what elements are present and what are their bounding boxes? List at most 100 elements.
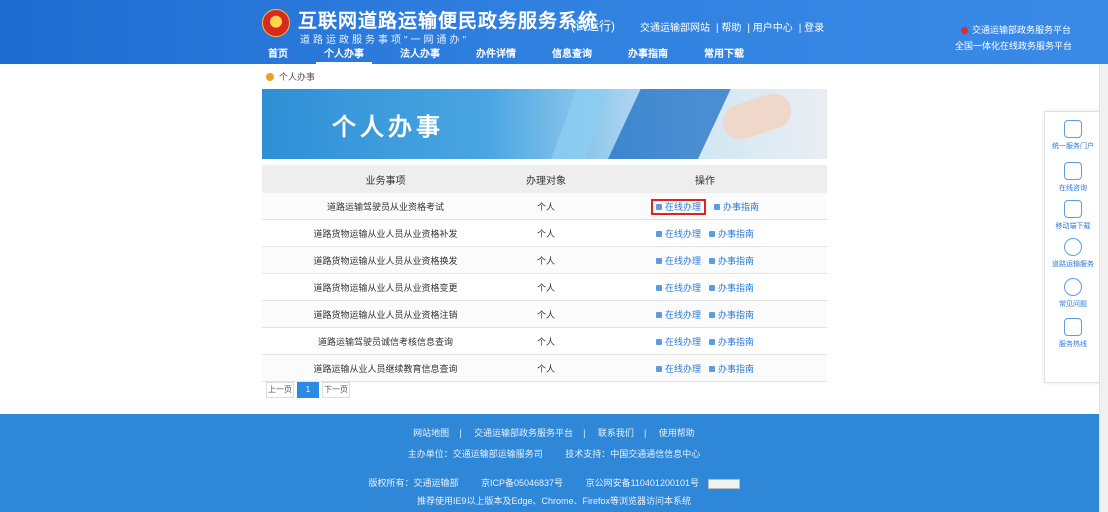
top-link-user-center[interactable]: 用户中心 <box>753 23 793 34</box>
float-item[interactable]: 移动端下载 <box>1045 200 1101 231</box>
table-row: 道路运输驾驶员诚信考核信息查询 个人 在线办理 办事指南 <box>262 327 827 355</box>
service-actions: 在线办理 办事指南 <box>583 273 827 301</box>
guide-link[interactable]: 办事指南 <box>714 202 759 212</box>
service-name: 道路货物运输从业人员从业资格补发 <box>262 219 509 247</box>
banner-decoration <box>598 89 736 159</box>
float-item[interactable]: 常见问题 <box>1045 278 1101 309</box>
footer-browser-note: 推荐使用IE9以上版本及Edge、Chrome、Firefox等浏览器访问本系统 <box>416 496 692 506</box>
col-header-service: 业务事项 <box>262 165 509 193</box>
service-name: 道路运输从业人员继续教育信息查询 <box>262 354 509 382</box>
top-link-ministry[interactable]: 交通运输部网站 <box>640 23 710 34</box>
service-name: 道路运输驾驶员从业资格考试 <box>262 193 509 220</box>
question-icon <box>1064 278 1082 296</box>
page-scrollbar[interactable] <box>1099 64 1108 512</box>
online-apply-link[interactable]: 在线办理 <box>655 363 701 374</box>
top-link-login[interactable]: 登录 <box>804 23 824 34</box>
gov-badge-icon[interactable] <box>707 478 740 489</box>
apply-icon <box>655 339 662 346</box>
footer-link-contact[interactable]: 联系我们 <box>598 428 634 438</box>
footer-link-help[interactable]: 使用帮助 <box>659 428 695 438</box>
service-actions: 在线办理 办事指南 <box>583 219 827 247</box>
prev-page-button[interactable]: 上一页 <box>266 382 294 398</box>
service-target: 个人 <box>509 193 583 220</box>
apply-icon <box>655 312 662 319</box>
service-target: 个人 <box>509 219 583 247</box>
table-row: 道路货物运输从业人员从业资格换发 个人 在线办理 办事指南 <box>262 246 827 274</box>
nav-info-query[interactable]: 信息查询 <box>544 47 600 64</box>
location-icon <box>266 72 274 81</box>
apply-icon <box>655 204 662 211</box>
float-item-label: 服务热线 <box>1059 341 1087 348</box>
ministry-platform-link[interactable]: 交通运输部政务服务平台 <box>972 23 1071 36</box>
footer-link-sitemap[interactable]: 网站地图 <box>413 428 449 438</box>
pagination: 上一页 1 下一页 <box>266 382 353 398</box>
nav-case-details[interactable]: 办件详情 <box>468 47 524 64</box>
apply-icon <box>655 285 662 292</box>
guide-link[interactable]: 办事指南 <box>709 256 754 266</box>
guide-link[interactable]: 办事指南 <box>709 310 754 320</box>
banner-title: 个人办事 <box>332 114 444 141</box>
guide-label: 办事指南 <box>723 201 760 212</box>
table-row: 道路运输从业人员继续教育信息查询 个人 在线办理 办事指南 <box>262 354 827 382</box>
float-item[interactable]: 统一服务门户 <box>1045 120 1101 151</box>
service-name: 道路货物运输从业人员从业资格换发 <box>262 246 509 274</box>
guide-icon <box>709 339 715 346</box>
guide-icon <box>714 204 720 211</box>
service-table: 业务事项 办理对象 操作 道路运输驾驶员从业资格考试 个人 在线办理 办事指南 道路货物… <box>262 165 827 382</box>
service-actions: 在线办理 办事指南 <box>583 327 827 355</box>
page-1-button[interactable]: 1 <box>297 382 319 398</box>
table-row: 道路货物运输从业人员从业资格注销 个人 在线办理 办事指南 <box>262 300 827 328</box>
nav-home[interactable]: 首页 <box>260 47 296 64</box>
footer-icp[interactable]: 京ICP备05046837号 <box>481 478 563 488</box>
footer-copyright-owner: 版权所有：交通运输部 <box>368 478 459 488</box>
guide-icon <box>709 366 715 373</box>
online-apply-link[interactable]: 在线办理 <box>655 282 701 293</box>
next-page-button[interactable]: 下一页 <box>322 382 350 398</box>
national-platform-link[interactable]: 全国一体化在线政务服务平台 <box>955 39 1072 52</box>
float-item-label: 统一服务门户 <box>1052 143 1094 150</box>
guide-link[interactable]: 办事指南 <box>709 337 754 347</box>
float-item[interactable]: 服务热线 <box>1045 318 1101 349</box>
float-item[interactable]: 道路运输服务 <box>1045 238 1101 269</box>
online-apply-link[interactable]: 在线办理 <box>650 198 706 215</box>
nav-corporate[interactable]: 法人办事 <box>392 47 448 64</box>
guide-link[interactable]: 办事指南 <box>709 283 754 293</box>
nav-downloads[interactable]: 常用下载 <box>696 47 752 64</box>
footer-link-platform[interactable]: 交通运输部政务服务平台 <box>474 428 573 438</box>
online-apply-link[interactable]: 在线办理 <box>655 337 701 347</box>
guide-link[interactable]: 办事指南 <box>709 364 754 374</box>
trial-label: (试运行) <box>571 19 615 33</box>
table-header-row: 业务事项 办理对象 操作 <box>262 165 827 193</box>
footer-tech-support: 技术支持：中国交通通信信息中心 <box>565 449 701 459</box>
platform-dot-icon <box>961 27 968 34</box>
float-item-label: 道路运输服务 <box>1052 261 1094 268</box>
online-apply-link[interactable]: 在线办理 <box>655 309 701 320</box>
service-actions: 在线办理 办事指南 <box>583 193 827 220</box>
service-actions: 在线办理 办事指南 <box>583 354 827 382</box>
footer-police-record[interactable]: 京公网安备110401200101号 <box>586 478 699 488</box>
guide-icon <box>709 285 715 292</box>
link-icon <box>1064 238 1082 256</box>
float-item[interactable]: 在线咨询 <box>1045 162 1101 193</box>
float-item-label: 移动端下载 <box>1055 223 1091 230</box>
guide-label: 办事指南 <box>718 336 755 347</box>
guide-label: 办事指南 <box>718 363 755 374</box>
online-apply-link[interactable]: 在线办理 <box>655 229 701 239</box>
service-name: 道路货物运输从业人员从业资格注销 <box>262 300 509 328</box>
online-apply-label: 在线办理 <box>664 282 701 293</box>
service-target: 个人 <box>509 354 583 382</box>
national-emblem-icon <box>262 9 290 37</box>
headset-icon <box>1064 318 1082 336</box>
table-row: 道路货物运输从业人员从业资格补发 个人 在线办理 办事指南 <box>262 219 827 247</box>
col-header-target: 办理对象 <box>509 165 583 193</box>
apply-icon <box>655 258 662 265</box>
footer-organizers: 主办单位：交通运输部运输服务司 技术支持：中国交通通信信息中心 <box>0 447 1108 460</box>
top-link-help[interactable]: 帮助 <box>721 23 741 34</box>
online-apply-label: 在线办理 <box>664 309 701 320</box>
site-slogan: 道路运政服务事项"一网通办" <box>300 35 470 46</box>
guide-link[interactable]: 办事指南 <box>709 229 754 239</box>
nav-guide[interactable]: 办事指南 <box>620 47 676 64</box>
online-apply-label: 在线办理 <box>664 363 701 374</box>
online-apply-link[interactable]: 在线办理 <box>655 256 701 266</box>
nav-personal[interactable]: 个人办事 <box>316 47 372 64</box>
